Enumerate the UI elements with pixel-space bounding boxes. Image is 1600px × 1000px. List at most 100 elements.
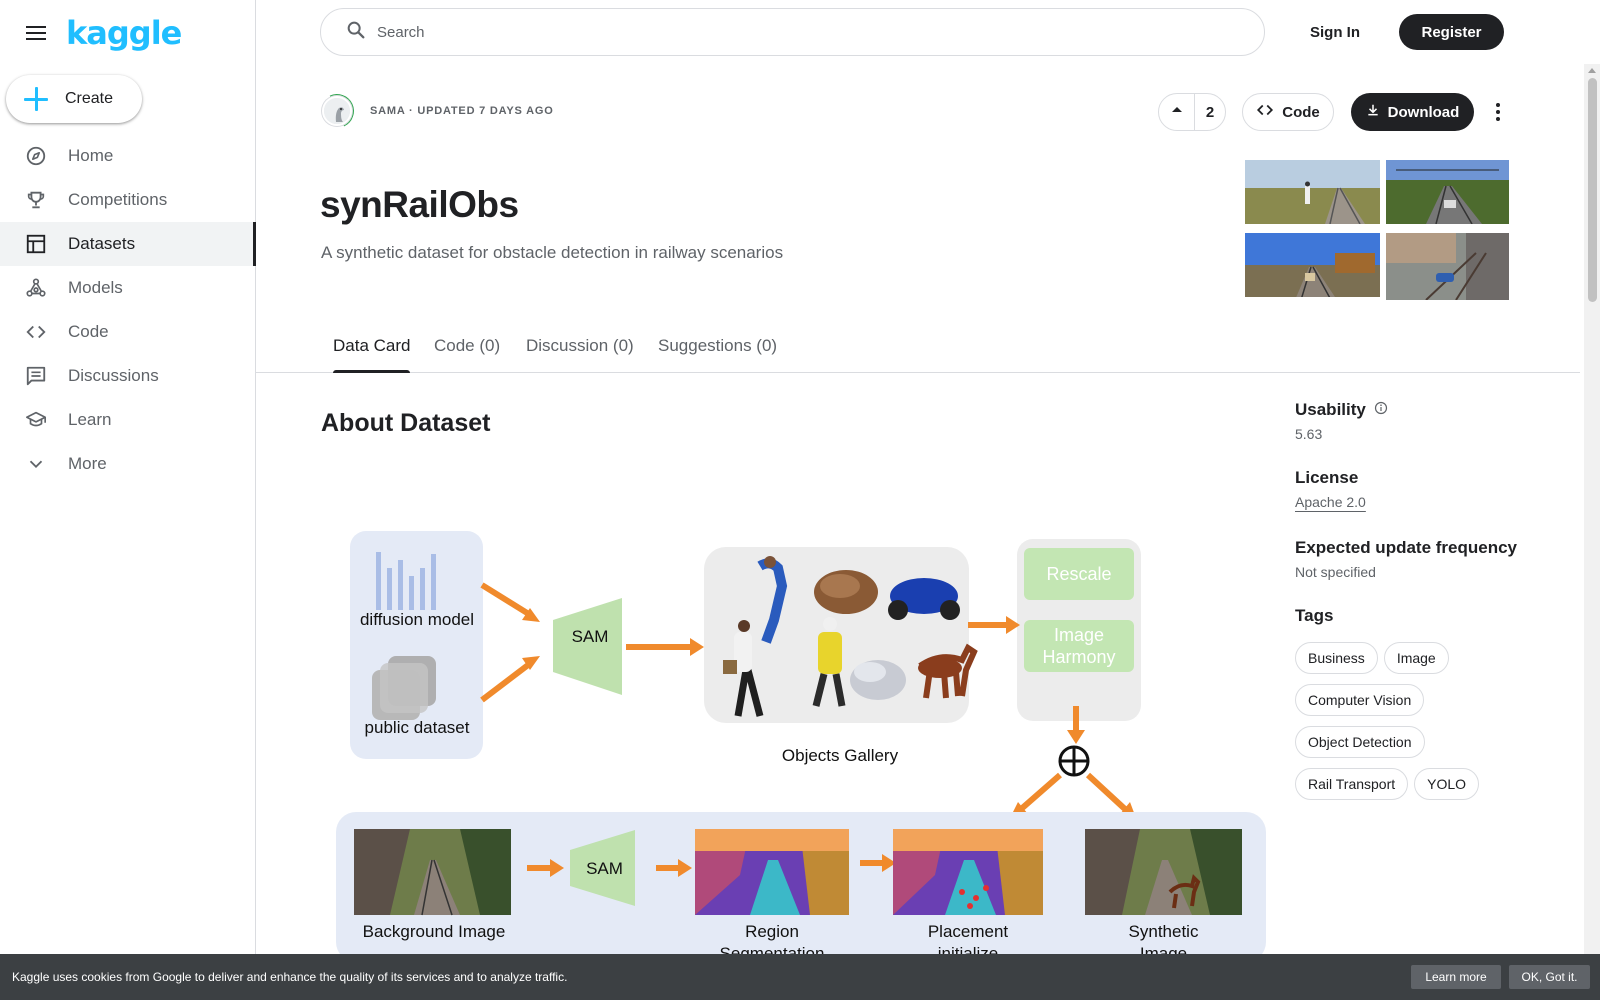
- register-button[interactable]: Register: [1399, 14, 1504, 50]
- usability-value: 5.63: [1295, 426, 1323, 442]
- diagram-label-public-dataset: public dataset: [364, 718, 470, 737]
- search-bar[interactable]: Search: [320, 8, 1265, 56]
- learn-more-button[interactable]: Learn more: [1411, 965, 1501, 989]
- code-button-label: Code: [1282, 103, 1320, 121]
- license-link[interactable]: Apache 2.0: [1295, 494, 1366, 510]
- info-icon[interactable]: [1374, 401, 1388, 420]
- dataset-pipeline-diagram: diffusion model public dataset SAM Objec…: [330, 520, 1270, 954]
- about-heading: About Dataset: [321, 409, 491, 437]
- cookie-banner: Kaggle uses cookies from Google to deliv…: [0, 954, 1600, 1000]
- tag-computer-vision[interactable]: Computer Vision: [1295, 684, 1425, 716]
- trophy-icon: [24, 188, 48, 212]
- sidebar: kaggle Create Home Competitions Datasets: [0, 0, 256, 1000]
- owner-row: SAMA · UPDATED 7 DAYS AGO: [322, 96, 554, 126]
- sidebar-item-code[interactable]: Code: [0, 310, 256, 354]
- create-button[interactable]: Create: [6, 75, 142, 123]
- tags-label: Tags: [1295, 606, 1334, 625]
- sidebar-item-competitions[interactable]: Competitions: [0, 178, 256, 222]
- diagram-label-region-2: Segmentation: [719, 944, 825, 954]
- sidebar-nav: Home Competitions Datasets Models Code D…: [0, 134, 256, 486]
- diagram-label-sam-2: SAM: [586, 859, 623, 878]
- dataset-metadata: Usability 5.63 License Apache 2.0 Expect…: [1295, 400, 1555, 810]
- more-options-icon[interactable]: [1486, 96, 1510, 128]
- plus-icon: [24, 87, 48, 111]
- thumbnail-image[interactable]: [1245, 233, 1380, 297]
- table-icon: [24, 232, 48, 256]
- sidebar-item-label: Home: [68, 146, 114, 165]
- sidebar-item-more[interactable]: More: [0, 442, 256, 486]
- arrow-up-icon: [1171, 103, 1183, 121]
- thumbnail-image[interactable]: [1386, 233, 1509, 300]
- sidebar-item-datasets[interactable]: Datasets: [0, 222, 256, 266]
- diagram-label-diffusion: diffusion model: [359, 610, 475, 629]
- license-label: License: [1295, 468, 1359, 487]
- diagram-label-synthetic-2: Image: [1139, 944, 1188, 954]
- search-icon: [345, 19, 367, 46]
- diagram-label-sam: SAM: [571, 627, 609, 646]
- thumbnail-image[interactable]: [1386, 160, 1509, 224]
- sidebar-item-label: Code: [68, 322, 109, 341]
- brand: kaggle: [24, 14, 182, 52]
- diagram-label-placement-1: Placement: [927, 922, 1009, 941]
- page-subtitle: A synthetic dataset for obstacle detecti…: [321, 243, 784, 262]
- code-icon: [1256, 101, 1274, 123]
- models-icon: [24, 276, 48, 300]
- frequency-label: Expected update frequency: [1295, 538, 1518, 557]
- school-icon: [24, 408, 48, 432]
- chevron-down-icon: [24, 452, 48, 476]
- sidebar-item-home[interactable]: Home: [0, 134, 256, 178]
- diagram-label-region-1: Region: [745, 922, 799, 941]
- diagram-label-synthetic-1: Synthetic: [1128, 922, 1199, 941]
- sidebar-item-discussions[interactable]: Discussions: [0, 354, 256, 398]
- comments-icon: [24, 364, 48, 388]
- diagram-label-objects-gallery: Objects Gallery: [781, 746, 899, 765]
- scroll-up-arrow-icon[interactable]: [1588, 68, 1596, 73]
- tag-object-detection[interactable]: Object Detection: [1295, 726, 1425, 758]
- cookie-ok-button[interactable]: OK, Got it.: [1509, 965, 1590, 989]
- cookie-message: Kaggle uses cookies from Google to deliv…: [12, 970, 568, 984]
- diagram-label-background: Background Image: [362, 922, 506, 941]
- download-icon: [1366, 103, 1380, 121]
- sidebar-item-models[interactable]: Models: [0, 266, 256, 310]
- dataset-thumbnails: [1245, 160, 1513, 300]
- sidebar-item-label: Datasets: [68, 234, 136, 253]
- upvote-control: 2: [1158, 93, 1226, 131]
- page-title: synRailObs: [320, 184, 519, 225]
- tab-code[interactable]: Code (0): [434, 328, 500, 373]
- tag-business[interactable]: Business: [1295, 642, 1378, 674]
- sidebar-item-label: Discussions: [68, 366, 159, 385]
- tab-suggestions[interactable]: Suggestions (0): [658, 328, 777, 373]
- sidebar-item-learn[interactable]: Learn: [0, 398, 256, 442]
- code-icon: [24, 320, 48, 344]
- kaggle-logo[interactable]: kaggle: [66, 14, 182, 52]
- sidebar-item-label: More: [68, 454, 107, 473]
- upvote-button[interactable]: [1159, 94, 1195, 130]
- tab-data-card[interactable]: Data Card: [333, 328, 411, 373]
- page-scrollbar[interactable]: [1584, 64, 1600, 954]
- tag-list: Business Image Computer Vision Object Det…: [1295, 642, 1525, 810]
- create-button-label: Create: [65, 90, 114, 107]
- sidebar-item-label: Models: [68, 278, 123, 297]
- avatar[interactable]: [322, 96, 352, 126]
- frequency-value: Not specified: [1295, 564, 1376, 580]
- compass-icon: [24, 144, 48, 168]
- sign-in-button[interactable]: Sign In: [1295, 14, 1375, 50]
- code-button[interactable]: Code: [1242, 93, 1334, 131]
- tag-yolo[interactable]: YOLO: [1414, 768, 1480, 800]
- scrollbar-thumb[interactable]: [1588, 78, 1597, 302]
- tag-rail-transport[interactable]: Rail Transport: [1295, 768, 1409, 800]
- diagram-label-image-harmony-2: Harmony: [1042, 647, 1116, 667]
- usability-label: Usability: [1295, 400, 1366, 419]
- sidebar-item-label: Competitions: [68, 190, 168, 209]
- download-button-label: Download: [1387, 103, 1460, 121]
- tab-discussion[interactable]: Discussion (0): [526, 328, 634, 373]
- search-input[interactable]: Search: [377, 24, 425, 41]
- upvote-count: 2: [1205, 103, 1215, 121]
- thumbnail-image[interactable]: [1245, 160, 1380, 224]
- tag-image[interactable]: Image: [1383, 642, 1449, 674]
- menu-icon[interactable]: [24, 21, 48, 45]
- diagram-label-rescale: Rescale: [1046, 564, 1112, 584]
- download-button[interactable]: Download: [1351, 93, 1474, 131]
- diagram-label-placement-2: initialize: [937, 944, 999, 954]
- sidebar-item-label: Learn: [68, 410, 112, 429]
